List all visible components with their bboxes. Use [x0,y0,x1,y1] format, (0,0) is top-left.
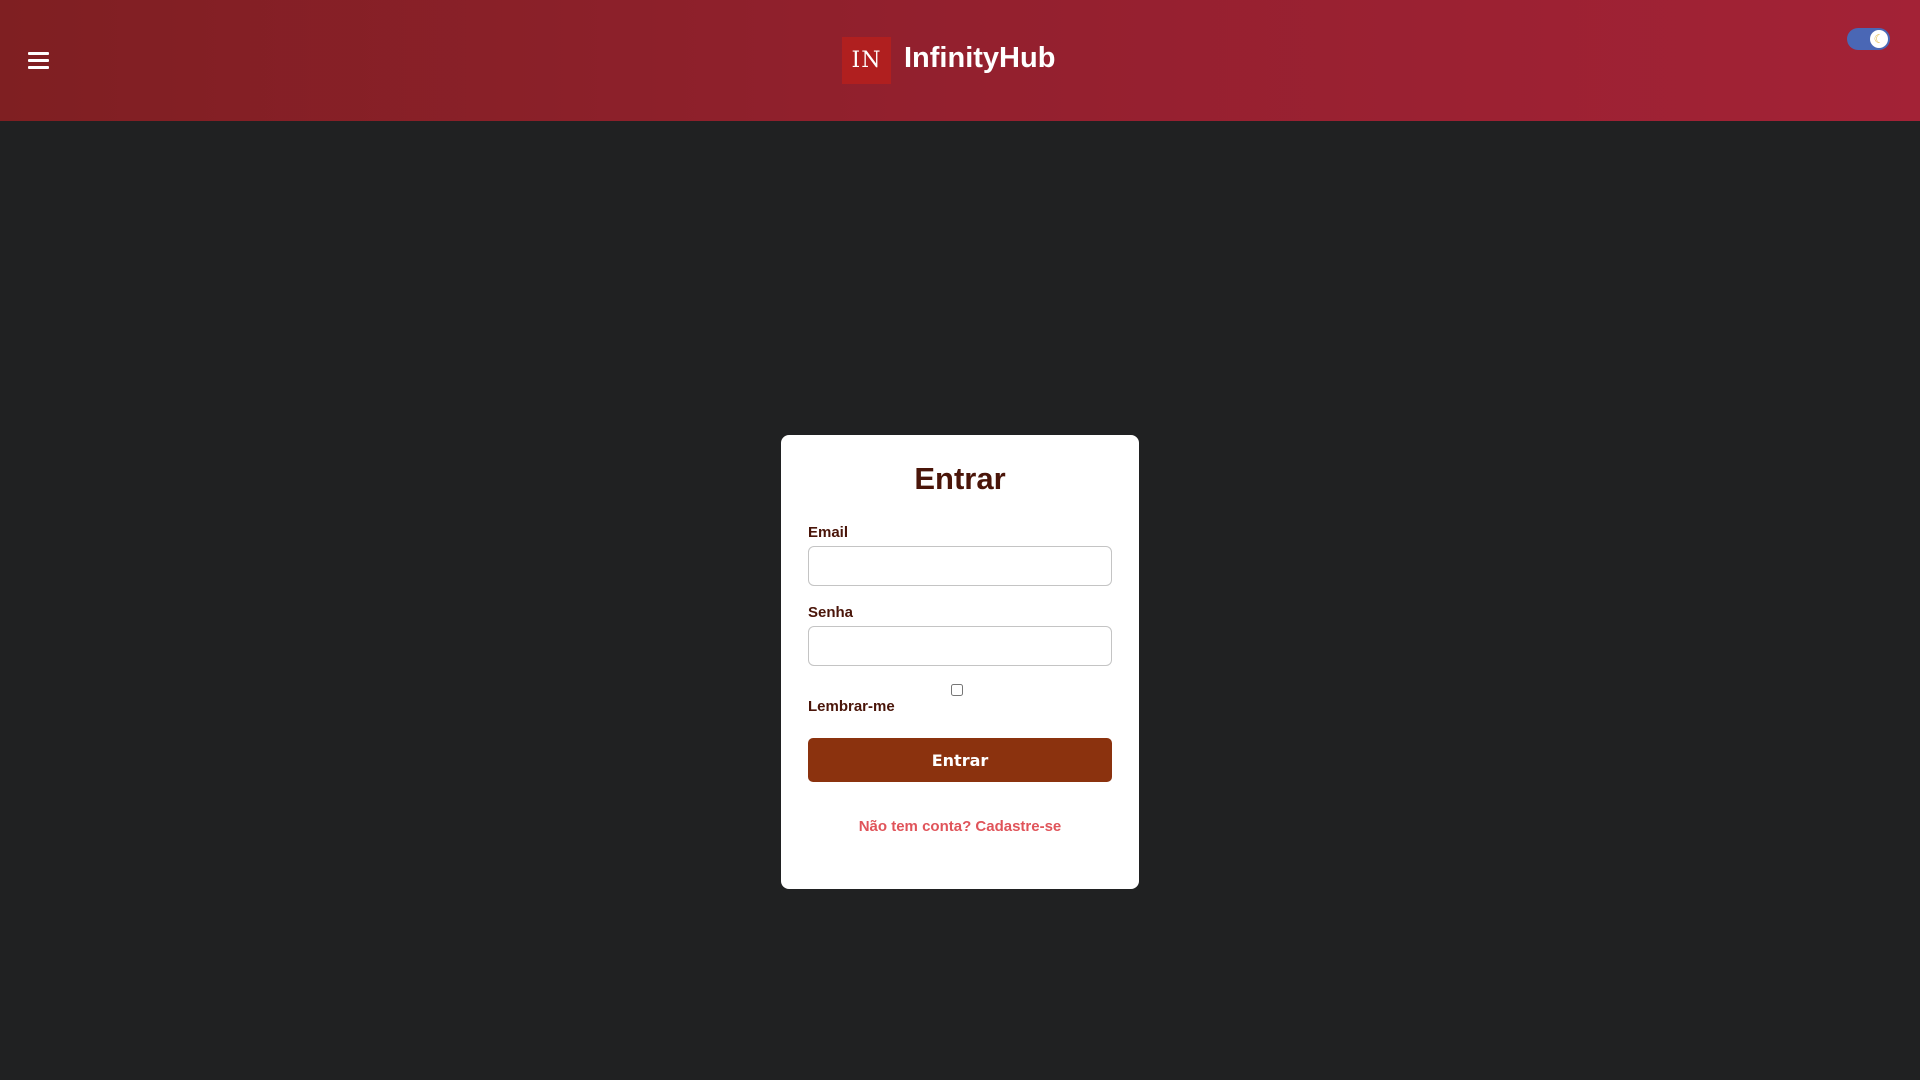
login-submit-button[interactable]: Entrar [808,738,1112,782]
remember-me-checkbox[interactable] [951,684,963,696]
menu-bar-line [28,52,49,55]
login-title: Entrar [914,461,1006,496]
login-card: Entrar Email Senha Lembrar-me Entrar Não… [781,435,1139,889]
menu-bar-line [28,59,49,62]
theme-toggle[interactable]: ☾ [1847,28,1890,50]
password-label: Senha [808,604,854,621]
password-field[interactable] [808,626,1112,666]
moon-icon: ☾ [1870,30,1888,48]
brand-name[interactable]: InfinityHub [904,42,1055,75]
email-label: Email [808,524,849,541]
remember-me-label: Lembrar-me [808,698,895,715]
signup-link[interactable]: Não tem conta? Cadastre-se [781,818,1139,835]
logo[interactable]: IN [842,37,891,84]
menu-bar-line [28,66,49,69]
hamburger-menu-icon[interactable] [24,50,54,72]
email-field[interactable] [808,546,1112,586]
top-header: IN InfinityHub ☾ [0,0,1920,121]
